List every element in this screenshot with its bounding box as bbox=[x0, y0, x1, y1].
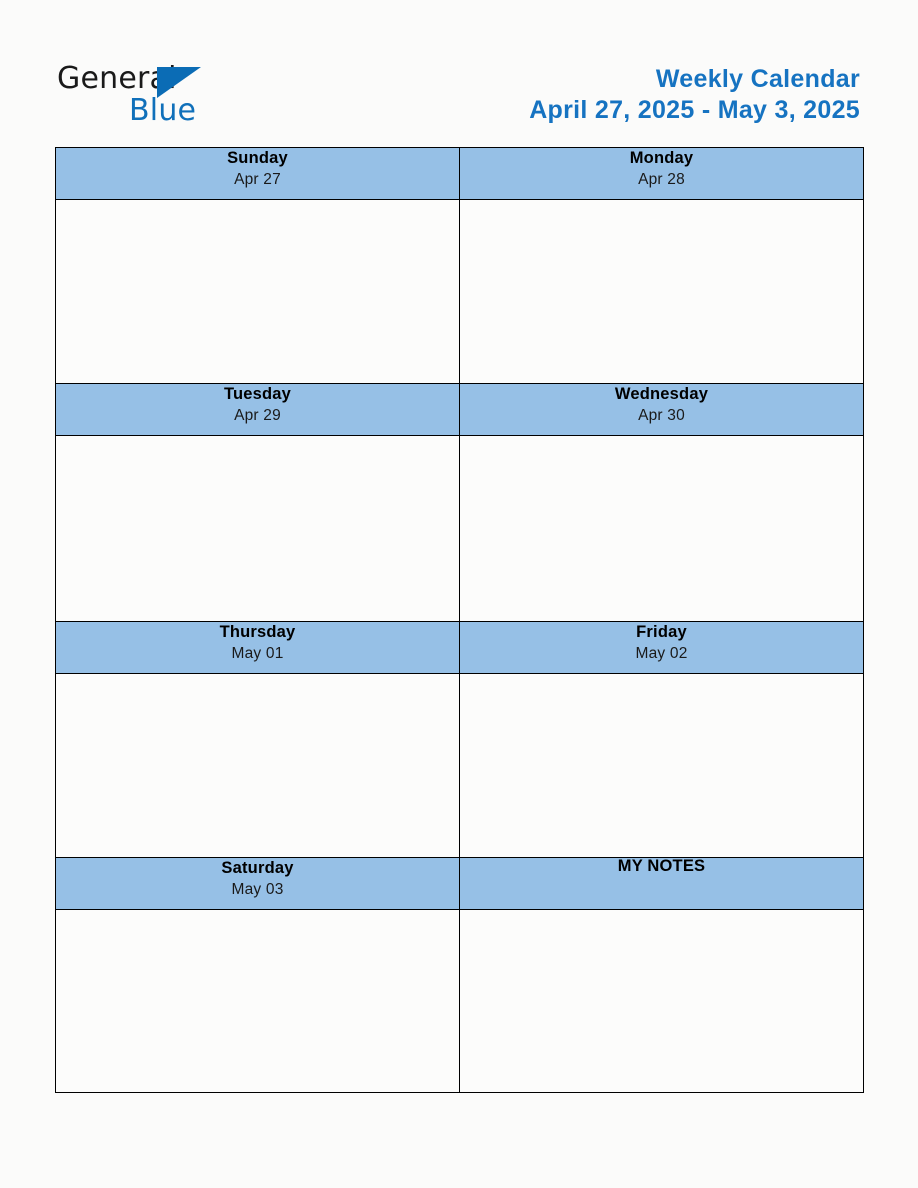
day-name: Sunday bbox=[227, 149, 288, 167]
notes-header[interactable]: MY NOTES bbox=[459, 857, 864, 910]
notes-title: MY NOTES bbox=[617, 857, 706, 875]
day-name: Monday bbox=[629, 149, 694, 167]
day-header-content: Sunday Apr 27 bbox=[56, 150, 459, 187]
calendar-header-row: Saturday May 03 MY NOTES bbox=[55, 857, 864, 910]
day-date: May 02 bbox=[635, 644, 688, 662]
day-header-saturday[interactable]: Saturday May 03 bbox=[55, 857, 460, 910]
day-header-content: Saturday May 03 bbox=[56, 860, 459, 897]
writing-area[interactable] bbox=[460, 200, 863, 383]
day-name: Saturday bbox=[221, 859, 294, 877]
page-header: General Blue Weekly Calendar April 27, 2… bbox=[0, 0, 918, 145]
notes-header-content: MY NOTES bbox=[460, 858, 863, 875]
calendar-body-row bbox=[55, 435, 864, 622]
calendar-header-row: Sunday Apr 27 Monday Apr 28 bbox=[55, 147, 864, 200]
day-header-sunday[interactable]: Sunday Apr 27 bbox=[55, 147, 460, 200]
date-range-subtitle: April 27, 2025 - May 3, 2025 bbox=[529, 96, 860, 124]
day-name: Wednesday bbox=[614, 385, 709, 403]
notes-body[interactable] bbox=[459, 909, 864, 1093]
day-header-content: Friday May 02 bbox=[460, 624, 863, 661]
calendar-grid: Sunday Apr 27 Monday Apr 28 Tuesday Apr … bbox=[55, 147, 864, 1093]
day-header-friday[interactable]: Friday May 02 bbox=[459, 621, 864, 674]
writing-area[interactable] bbox=[56, 674, 459, 857]
day-date: Apr 28 bbox=[638, 170, 685, 188]
day-header-content: Monday Apr 28 bbox=[460, 150, 863, 187]
weekly-calendar-page: General Blue Weekly Calendar April 27, 2… bbox=[0, 0, 918, 1188]
day-header-monday[interactable]: Monday Apr 28 bbox=[459, 147, 864, 200]
calendar-body-row bbox=[55, 909, 864, 1093]
day-body-tuesday[interactable] bbox=[55, 435, 460, 622]
day-body-saturday[interactable] bbox=[55, 909, 460, 1093]
day-header-wednesday[interactable]: Wednesday Apr 30 bbox=[459, 383, 864, 436]
day-date: May 01 bbox=[231, 644, 284, 662]
day-body-wednesday[interactable] bbox=[459, 435, 864, 622]
page-title: Weekly Calendar bbox=[655, 65, 860, 93]
day-header-content: Wednesday Apr 30 bbox=[460, 386, 863, 423]
day-date: Apr 30 bbox=[638, 406, 685, 424]
logo-text-blue: Blue bbox=[129, 93, 197, 128]
writing-area[interactable] bbox=[56, 200, 459, 383]
day-body-monday[interactable] bbox=[459, 199, 864, 384]
day-name: Thursday bbox=[219, 623, 296, 641]
general-blue-logo: General Blue bbox=[57, 62, 257, 132]
writing-area[interactable] bbox=[56, 436, 459, 621]
calendar-header-row: Thursday May 01 Friday May 02 bbox=[55, 621, 864, 674]
writing-area[interactable] bbox=[460, 674, 863, 857]
day-date: Apr 27 bbox=[234, 170, 281, 188]
day-header-content: Thursday May 01 bbox=[56, 624, 459, 661]
title-block: Weekly Calendar April 27, 2025 - May 3, … bbox=[529, 64, 860, 126]
day-header-thursday[interactable]: Thursday May 01 bbox=[55, 621, 460, 674]
day-header-tuesday[interactable]: Tuesday Apr 29 bbox=[55, 383, 460, 436]
day-body-sunday[interactable] bbox=[55, 199, 460, 384]
day-name: Friday bbox=[636, 623, 687, 641]
calendar-body-row bbox=[55, 199, 864, 384]
writing-area[interactable] bbox=[56, 910, 459, 1092]
writing-area[interactable] bbox=[460, 436, 863, 621]
day-body-friday[interactable] bbox=[459, 673, 864, 858]
day-date: May 03 bbox=[231, 880, 284, 898]
day-name: Tuesday bbox=[223, 385, 292, 403]
day-header-content: Tuesday Apr 29 bbox=[56, 386, 459, 423]
writing-area[interactable] bbox=[460, 910, 863, 1092]
calendar-body-row bbox=[55, 673, 864, 858]
calendar-header-row: Tuesday Apr 29 Wednesday Apr 30 bbox=[55, 383, 864, 436]
day-date: Apr 29 bbox=[234, 406, 281, 424]
day-body-thursday[interactable] bbox=[55, 673, 460, 858]
